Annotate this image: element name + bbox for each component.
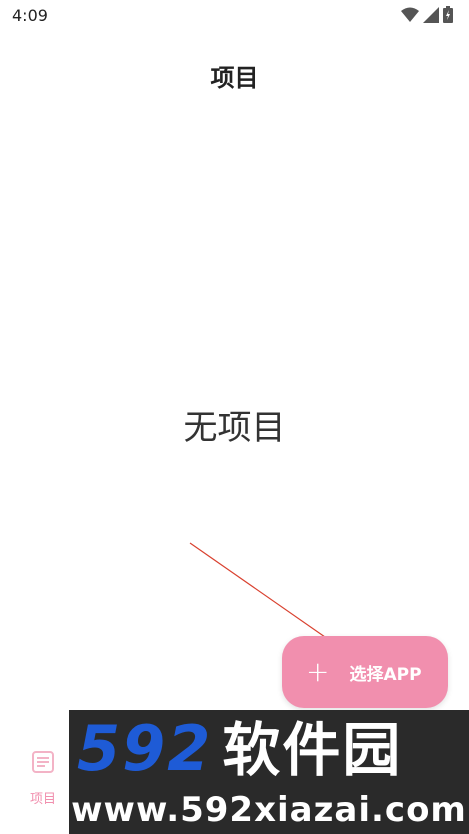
empty-state-message: 无项目	[183, 408, 286, 448]
watermark-banner: 592 软件园 www.592xiazai.com	[69, 710, 469, 834]
watermark-logo: 592 软件园	[77, 718, 402, 780]
nav-item-label: 项目	[29, 792, 56, 807]
watermark-number: 592	[77, 712, 213, 785]
signal-icon	[423, 6, 439, 23]
nav-item-projects[interactable]: 项目	[18, 750, 68, 807]
select-app-button[interactable]: + 选择APP	[282, 636, 448, 708]
watermark-url: www.592xiazai.com	[71, 790, 467, 830]
watermark-brand: 软件园	[222, 716, 403, 784]
list-icon	[31, 750, 55, 778]
select-app-label: 选择APP	[349, 664, 422, 685]
status-bar: 4:09	[0, 0, 469, 32]
status-time: 4:09	[12, 6, 48, 25]
plus-icon: +	[306, 655, 330, 688]
page-title: 项目	[210, 64, 259, 92]
wifi-icon	[401, 7, 419, 23]
battery-icon	[443, 6, 453, 23]
status-icons	[401, 6, 453, 23]
